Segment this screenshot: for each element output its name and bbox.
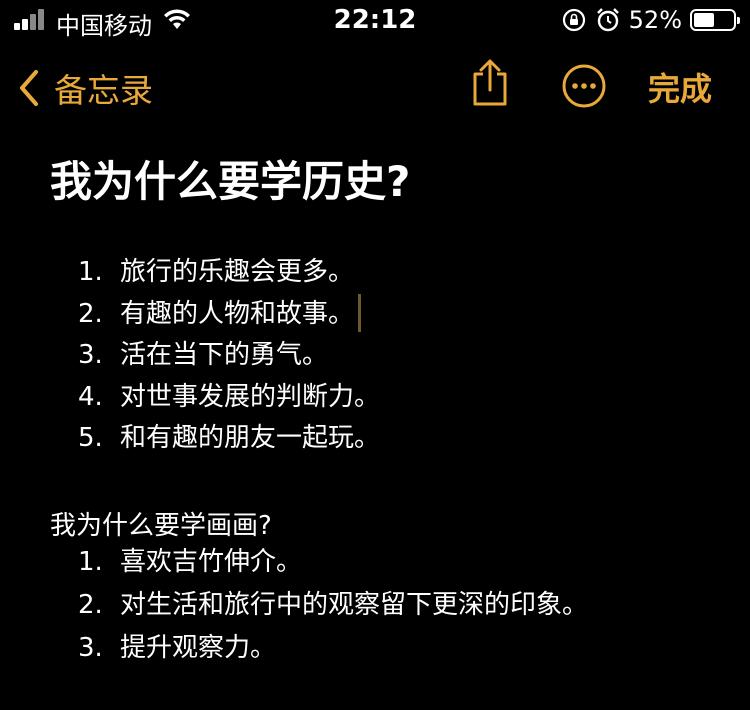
list-text: 活在当下的勇气。: [120, 340, 329, 370]
list-item[interactable]: 1. 喜欢吉竹伸介。: [78, 541, 588, 584]
battery-percent: 52%: [628, 6, 682, 34]
list-number: 2.: [78, 590, 103, 620]
rotation-lock-icon: [562, 8, 585, 32]
alarm-icon: [596, 8, 619, 32]
list-number: 2.: [78, 298, 103, 329]
done-button[interactable]: 完成: [648, 64, 712, 110]
status-bar: 中国移动 22:12 52%: [0, 0, 750, 40]
battery-icon: [690, 9, 740, 31]
list-text: 提升观察力。: [120, 633, 277, 663]
text-cursor: [358, 293, 362, 332]
list-number: 3.: [78, 340, 103, 370]
list-item[interactable]: 2. 对生活和旅行中的观察留下更深的印象。: [78, 584, 588, 627]
back-label: 备忘录: [54, 71, 153, 110]
note-subtitle[interactable]: 我为什么要学画画?: [50, 505, 272, 542]
list-number: 4.: [78, 381, 103, 412]
list-item[interactable]: 2. 有趣的人物和故事。: [78, 293, 380, 336]
list-text: 旅行的乐趣会更多。: [120, 257, 355, 287]
list-item[interactable]: 4. 对世事发展的判断力。: [78, 377, 380, 419]
list-item[interactable]: 3. 提升观察力。: [78, 627, 588, 670]
list-number: 1.: [78, 257, 103, 287]
list-item[interactable]: 5. 和有趣的朋友一起玩。: [78, 418, 380, 460]
drawing-list[interactable]: 1. 喜欢吉竹伸介。 2. 对生活和旅行中的观察留下更深的印象。 3. 提升观察力。: [78, 541, 588, 670]
list-number: 3.: [78, 633, 103, 663]
more-options-icon[interactable]: [562, 64, 606, 108]
share-icon[interactable]: [470, 58, 510, 108]
note-title[interactable]: 我为什么要学历史?: [50, 148, 410, 209]
back-button[interactable]: 备忘录: [16, 64, 153, 112]
list-number: 5.: [78, 423, 103, 453]
list-text: 对生活和旅行中的观察留下更深的印象。: [120, 590, 589, 620]
list-number: 1.: [78, 547, 103, 577]
list-text: 对世事发展的判断力。: [120, 381, 381, 412]
list-text: 和有趣的朋友一起玩。: [120, 423, 381, 453]
list-item[interactable]: 3. 活在当下的勇气。: [78, 335, 380, 377]
nav-bar: 备忘录 完成: [0, 50, 750, 120]
history-list[interactable]: 1. 旅行的乐趣会更多。 2. 有趣的人物和故事。 3. 活在当下的勇气。 4. 对世事…: [78, 252, 380, 460]
list-text: 喜欢吉竹伸介。: [120, 547, 303, 577]
list-item[interactable]: 1. 旅行的乐趣会更多。: [78, 252, 380, 294]
chevron-left-icon: [20, 70, 38, 106]
list-text: 有趣的人物和故事。: [120, 298, 355, 329]
